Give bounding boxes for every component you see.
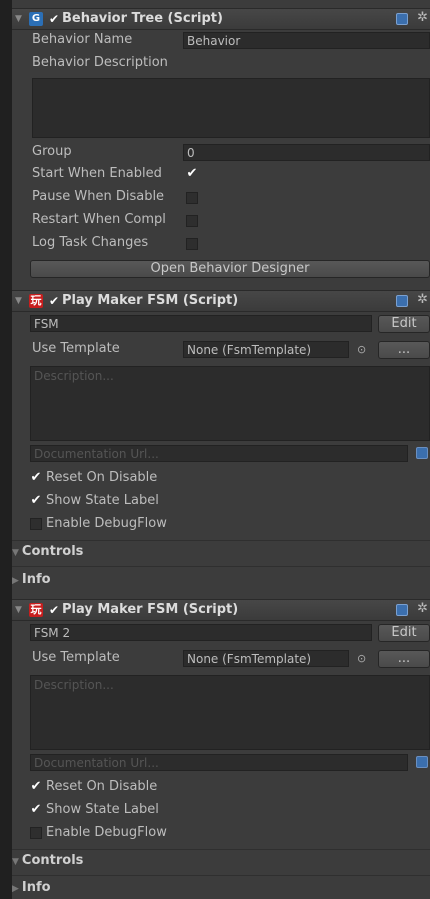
documentation-url-field[interactable]: Documentation Url... [30, 445, 408, 462]
divider [12, 875, 430, 876]
info-foldout[interactable]: ▶ Info [12, 880, 51, 895]
divider [12, 566, 430, 567]
restart-when-complete-label: Restart When Compl [32, 212, 166, 227]
playmaker-script-icon: 玩 [29, 294, 43, 308]
start-when-enabled-checkbox[interactable]: ✔ [186, 167, 198, 180]
component-enabled-checkbox[interactable]: ✔ [48, 13, 60, 25]
foldout-open-icon: ▼ [12, 548, 19, 558]
edit-button[interactable]: Edit [378, 624, 430, 642]
pause-when-disabled-checkbox[interactable] [186, 192, 198, 204]
use-template-label: Use Template [32, 650, 120, 665]
restart-when-complete-checkbox[interactable] [186, 215, 198, 227]
open-url-button[interactable] [416, 756, 428, 768]
playmaker-fsm-2-header[interactable]: ▼ 玩 ✔ Play Maker FSM (Script) ✲ [12, 599, 430, 621]
enable-debugflow-label: Enable DebugFlow [46, 516, 167, 531]
use-template-label: Use Template [32, 341, 120, 356]
open-url-button[interactable] [416, 447, 428, 459]
fsm-name-field[interactable]: FSM 2 [30, 624, 372, 641]
show-state-label-checkbox[interactable]: ✔ [30, 803, 42, 816]
show-state-label-label: Show State Label [46, 802, 159, 817]
group-label: Group [32, 144, 72, 159]
help-icon[interactable] [396, 295, 408, 307]
behavior-name-label: Behavior Name [32, 32, 133, 47]
info-label: Info [21, 572, 51, 587]
foldout-open-icon[interactable]: ▼ [15, 605, 22, 615]
show-state-label-label: Show State Label [46, 493, 159, 508]
behavior-description-textarea[interactable] [32, 78, 430, 138]
group-field[interactable]: 0 [183, 144, 430, 161]
documentation-url-field[interactable]: Documentation Url... [30, 754, 408, 771]
behavior-tree-header[interactable]: ▼ G ✔ Behavior Tree (Script) ✲ [12, 8, 430, 30]
playmaker-fsm-header[interactable]: ▼ 玩 ✔ Play Maker FSM (Script) ✲ [12, 290, 430, 312]
template-object-field[interactable]: None (FsmTemplate) [183, 341, 349, 358]
controls-foldout[interactable]: ▼ Controls [12, 853, 83, 868]
reset-on-disable-label: Reset On Disable [46, 470, 158, 485]
reset-on-disable-label: Reset On Disable [46, 779, 158, 794]
controls-foldout[interactable]: ▼ Controls [12, 544, 83, 559]
component-enabled-checkbox[interactable]: ✔ [48, 604, 60, 616]
playmaker-script-icon: 玩 [29, 603, 43, 617]
edit-button[interactable]: Edit [378, 315, 430, 333]
description-textarea[interactable]: Description... [30, 366, 430, 441]
enable-debugflow-checkbox[interactable] [30, 518, 42, 530]
controls-label: Controls [21, 853, 84, 868]
reset-on-disable-checkbox[interactable]: ✔ [30, 471, 42, 484]
foldout-closed-icon: ▶ [12, 884, 19, 894]
browse-button[interactable]: ... [378, 341, 430, 359]
gear-icon[interactable]: ✲ [417, 292, 428, 307]
info-label: Info [21, 880, 51, 895]
component-enabled-checkbox[interactable]: ✔ [48, 295, 60, 307]
component-title: Behavior Tree (Script) [62, 11, 223, 26]
component-title: Play Maker FSM (Script) [62, 602, 239, 617]
log-task-changes-checkbox[interactable] [186, 238, 198, 250]
foldout-open-icon[interactable]: ▼ [15, 14, 22, 24]
behavior-description-label: Behavior Description [32, 55, 168, 70]
divider [12, 540, 430, 541]
description-textarea[interactable]: Description... [30, 675, 430, 750]
divider [12, 849, 430, 850]
object-picker-icon[interactable]: ⊙ [357, 652, 366, 665]
browse-button[interactable]: ... [378, 650, 430, 668]
inspector-left-gutter [0, 0, 12, 899]
open-behavior-designer-button[interactable]: Open Behavior Designer [30, 260, 430, 278]
foldout-open-icon: ▼ [12, 857, 19, 867]
help-icon[interactable] [396, 604, 408, 616]
behavior-name-field[interactable]: Behavior [183, 32, 430, 49]
inspector-panel: ▼ G ✔ Behavior Tree (Script) ✲ Behavior … [12, 0, 430, 899]
help-icon[interactable] [396, 13, 408, 25]
enable-debugflow-label: Enable DebugFlow [46, 825, 167, 840]
foldout-closed-icon: ▶ [12, 576, 19, 586]
show-state-label-checkbox[interactable]: ✔ [30, 494, 42, 507]
log-task-changes-label: Log Task Changes [32, 235, 149, 250]
component-title: Play Maker FSM (Script) [62, 293, 239, 308]
start-when-enabled-label: Start When Enabled [32, 166, 162, 181]
reset-on-disable-checkbox[interactable]: ✔ [30, 780, 42, 793]
fsm-name-field[interactable]: FSM [30, 315, 372, 332]
object-picker-icon[interactable]: ⊙ [357, 343, 366, 356]
foldout-open-icon[interactable]: ▼ [15, 296, 22, 306]
gear-icon[interactable]: ✲ [417, 601, 428, 616]
template-object-field[interactable]: None (FsmTemplate) [183, 650, 349, 667]
enable-debugflow-checkbox[interactable] [30, 827, 42, 839]
pause-when-disabled-label: Pause When Disable [32, 189, 165, 204]
controls-label: Controls [21, 544, 84, 559]
info-foldout[interactable]: ▶ Info [12, 572, 51, 587]
gear-icon[interactable]: ✲ [417, 10, 428, 25]
behavior-tree-script-icon: G [29, 12, 43, 26]
